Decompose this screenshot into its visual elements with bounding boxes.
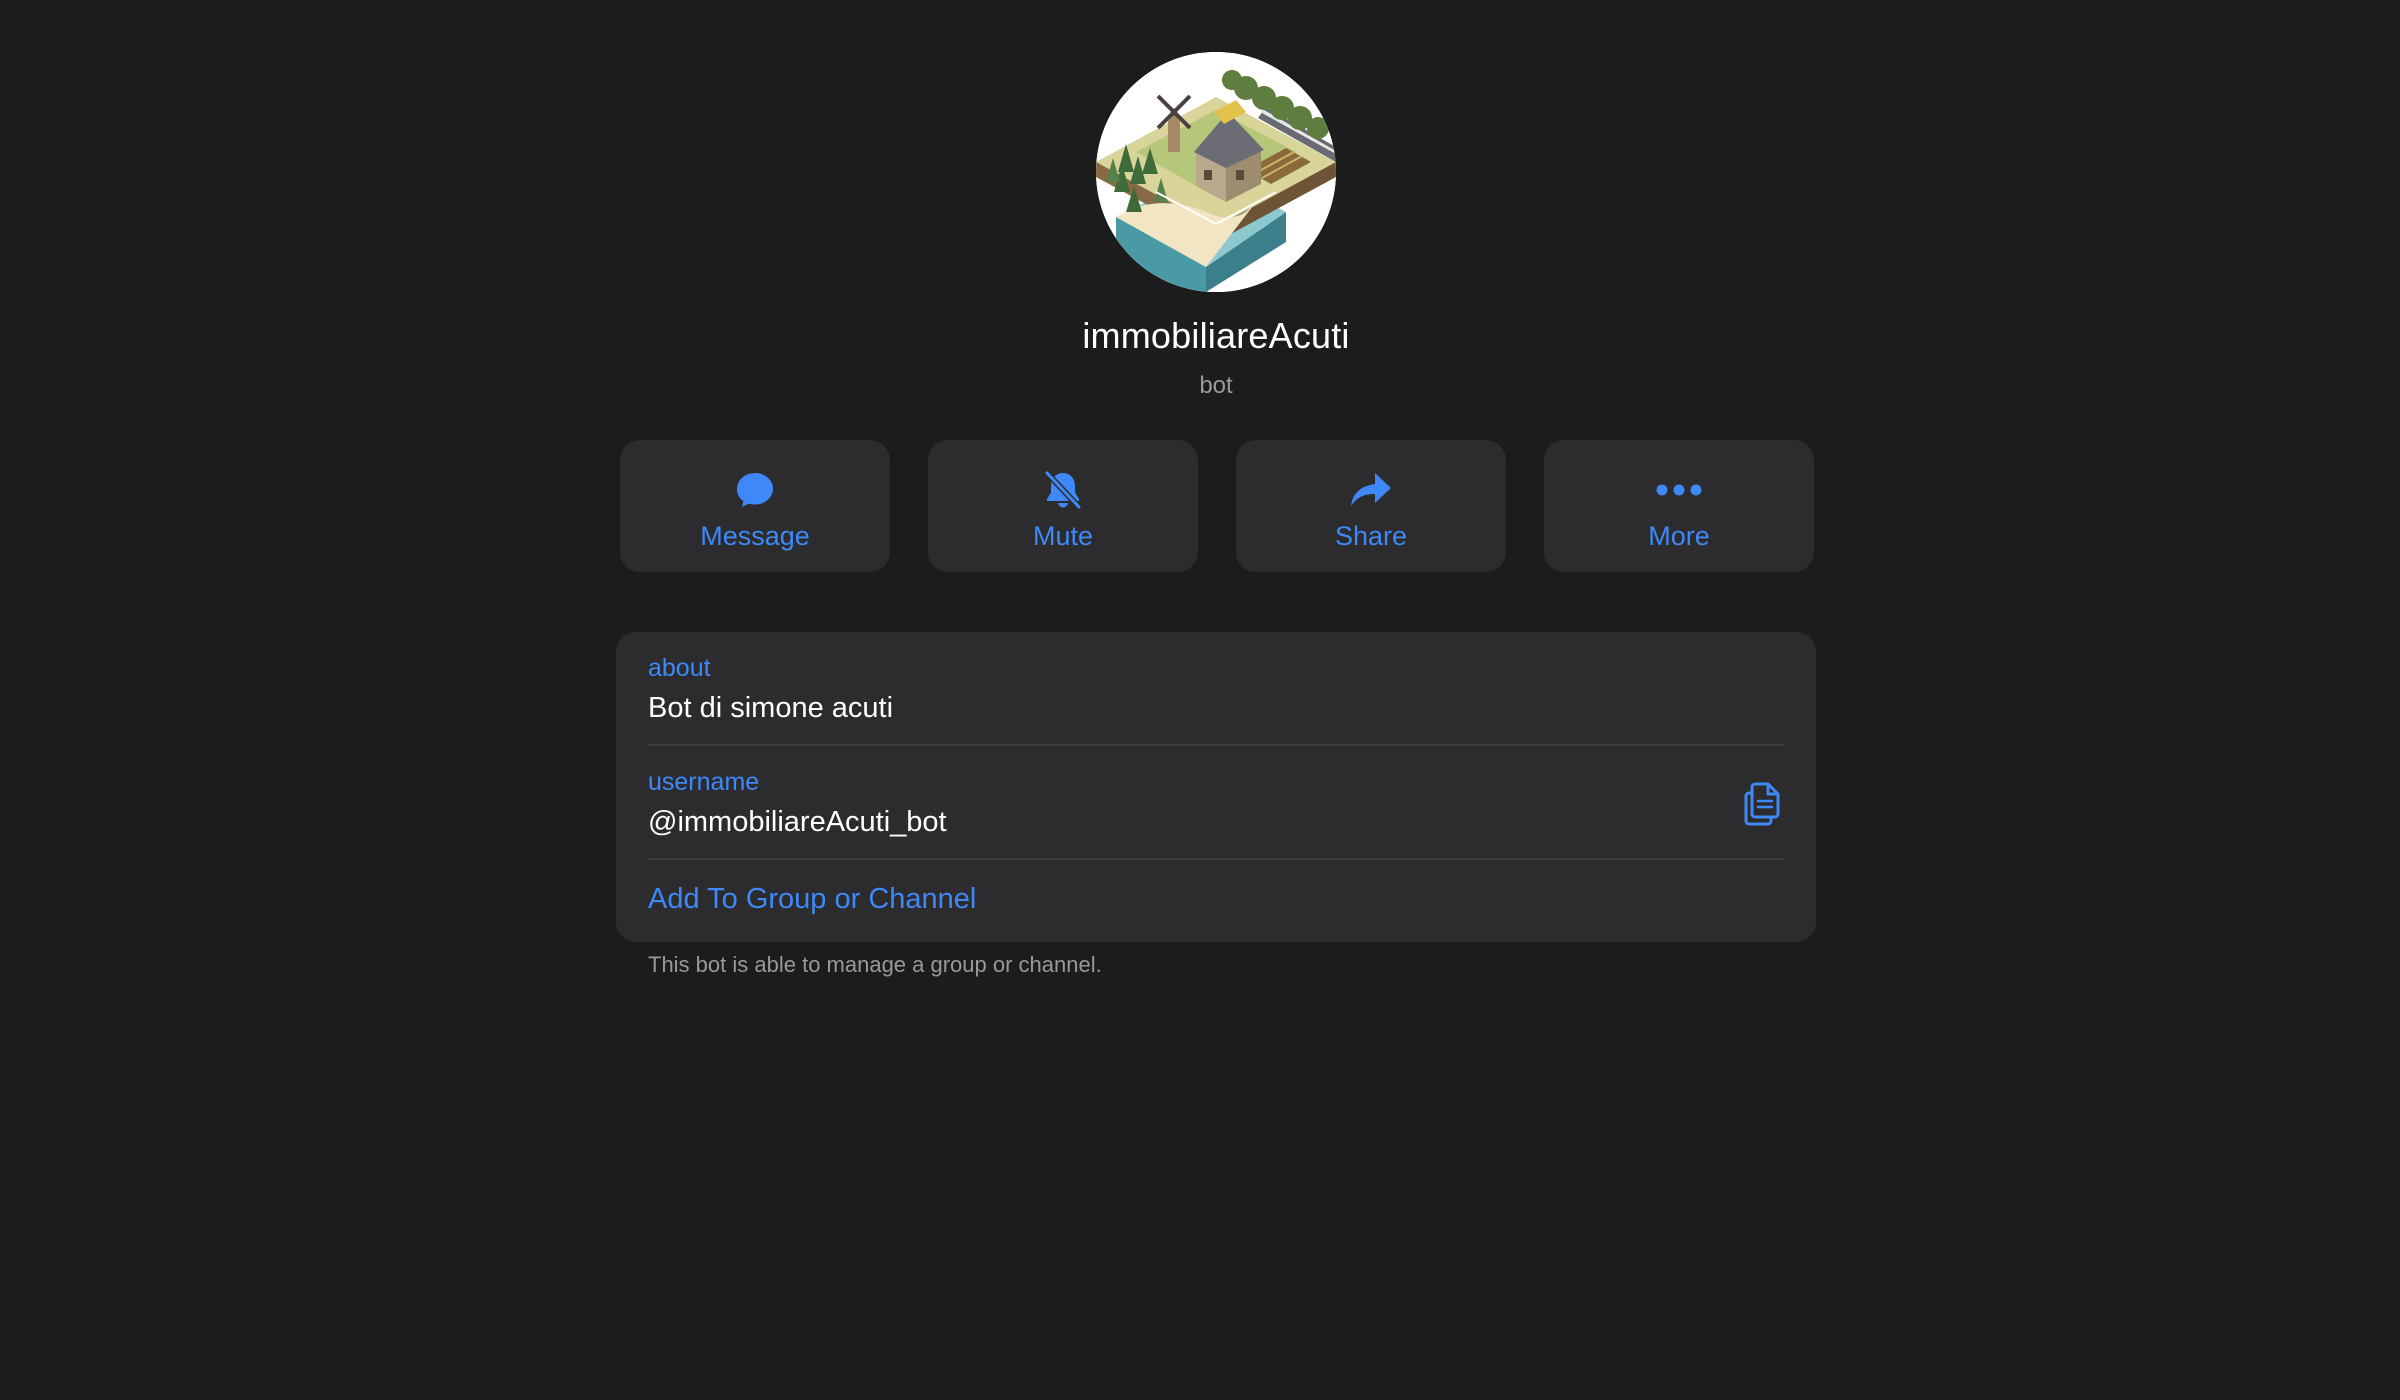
more-button[interactable]: More [1544, 440, 1814, 572]
profile-name: immobiliareAcuti [1082, 315, 1350, 356]
more-button-label: More [1648, 521, 1710, 551]
bot-profile-page: immobiliareAcuti bot Message Mute Share … [0, 0, 2400, 1400]
add-to-group-link[interactable]: Add To Group or Channel [648, 880, 976, 918]
info-card: about Bot di simone acuti username @immo… [616, 632, 1816, 942]
divider [648, 744, 1784, 746]
message-button-label: Message [700, 521, 810, 551]
copy-username-button[interactable] [1738, 778, 1786, 830]
username-label: username [648, 768, 760, 796]
bot-capability-note: This bot is able to manage a group or ch… [648, 952, 1102, 977]
about-value: Bot di simone acuti [648, 692, 894, 724]
action-buttons: Message Mute Share More [620, 440, 1814, 572]
share-button[interactable]: Share [1236, 440, 1506, 572]
avatar[interactable] [1096, 52, 1336, 292]
chat-bubble-icon [620, 468, 890, 512]
username-row[interactable]: username @immobiliareAcuti_bot [648, 766, 1784, 842]
bell-slash-icon [928, 468, 1198, 512]
farm-illustration-avatar [1096, 52, 1336, 292]
about-row: about Bot di simone acuti [648, 652, 1784, 728]
about-label: about [648, 654, 711, 682]
divider [648, 858, 1784, 860]
mute-button[interactable]: Mute [928, 440, 1198, 572]
share-arrow-icon [1236, 468, 1506, 512]
copy-icon [1744, 782, 1780, 826]
ellipsis-icon [1544, 468, 1814, 512]
share-button-label: Share [1334, 521, 1408, 551]
profile-status: bot [1199, 372, 1233, 399]
message-button[interactable]: Message [620, 440, 890, 572]
username-value: @immobiliareAcuti_bot [648, 806, 947, 838]
mute-button-label: Mute [1032, 521, 1094, 551]
